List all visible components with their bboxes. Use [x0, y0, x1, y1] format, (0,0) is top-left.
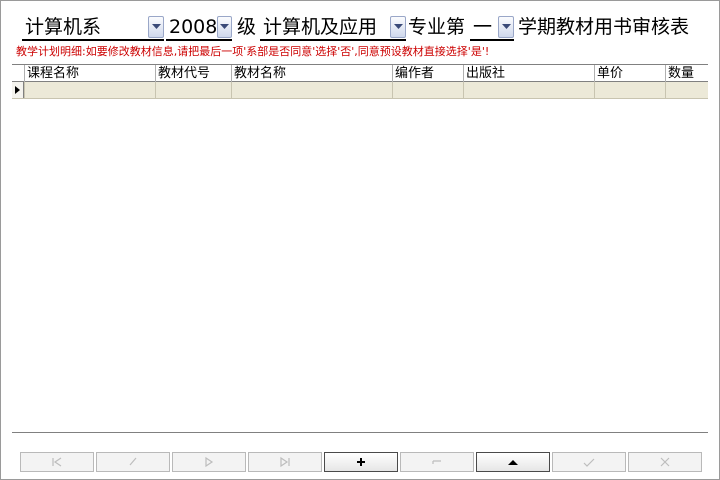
prior-record-button[interactable] — [96, 452, 170, 472]
term-combobox[interactable]: 一 — [470, 13, 514, 41]
next-icon — [205, 456, 214, 468]
major-value: 计算机及应用 — [263, 16, 378, 38]
delete-record-button[interactable] — [400, 452, 474, 472]
major-combobox[interactable]: 计算机及应用 — [260, 13, 406, 41]
post-record-button[interactable] — [552, 452, 626, 472]
year-value: 2008 — [169, 16, 218, 38]
cell-book-name[interactable] — [231, 82, 392, 98]
cell-author[interactable] — [392, 82, 463, 98]
plus-icon — [357, 458, 365, 466]
cancel-record-button[interactable] — [628, 452, 702, 472]
textbook-grid[interactable]: 课程名称 教材代号 教材名称 编作者 出版社 单价 数量 — [12, 64, 708, 100]
up-triangle-icon — [508, 460, 518, 465]
column-header-quantity[interactable]: 数量 — [665, 65, 708, 82]
column-header-publisher[interactable]: 出版社 — [463, 65, 594, 82]
prior-icon — [129, 457, 137, 466]
department-value: 计算机系 — [25, 16, 102, 38]
instruction-note: 教学计划明细:如要修改教材信息,请把最后一项'系部是否同意'选择'否',同意预设… — [16, 45, 490, 58]
column-header-course-name[interactable]: 课程名称 — [24, 65, 155, 82]
form-title: 学期教材用书审核表 — [518, 16, 690, 38]
level-label: 级 — [237, 16, 257, 38]
column-header-book-code[interactable]: 教材代号 — [155, 65, 231, 82]
last-icon — [280, 456, 290, 468]
insert-record-button[interactable] — [324, 452, 398, 472]
last-record-button[interactable] — [248, 452, 322, 472]
x-icon — [660, 457, 670, 467]
chevron-down-icon[interactable] — [148, 16, 164, 38]
grid-header: 课程名称 教材代号 教材名称 编作者 出版社 单价 数量 — [12, 64, 708, 82]
cell-course-name[interactable] — [24, 82, 155, 98]
first-icon — [52, 457, 62, 467]
column-header-author[interactable]: 编作者 — [392, 65, 463, 82]
edit-record-button[interactable] — [476, 452, 550, 472]
term-value: 一 — [473, 16, 493, 38]
year-combobox[interactable]: 2008 — [166, 13, 232, 41]
check-icon — [583, 458, 595, 467]
row-indicator-icon — [12, 82, 24, 98]
chevron-down-icon[interactable] — [498, 16, 514, 38]
major-term-label: 专业第 — [408, 16, 466, 38]
cell-quantity[interactable] — [665, 82, 708, 98]
minus-icon — [432, 460, 441, 464]
first-record-button[interactable] — [20, 452, 94, 472]
next-record-button[interactable] — [172, 452, 246, 472]
column-header-book-name[interactable]: 教材名称 — [231, 65, 392, 82]
column-header-unit-price[interactable]: 单价 — [594, 65, 665, 82]
bottom-divider — [12, 432, 708, 434]
chevron-down-icon[interactable] — [390, 16, 406, 38]
department-combobox[interactable]: 计算机系 — [22, 13, 164, 41]
cell-publisher[interactable] — [463, 82, 594, 98]
cell-unit-price[interactable] — [594, 82, 665, 98]
table-row[interactable] — [12, 82, 708, 99]
indicator-header — [12, 65, 24, 82]
chevron-down-icon[interactable] — [217, 16, 232, 38]
cell-book-code[interactable] — [155, 82, 231, 98]
